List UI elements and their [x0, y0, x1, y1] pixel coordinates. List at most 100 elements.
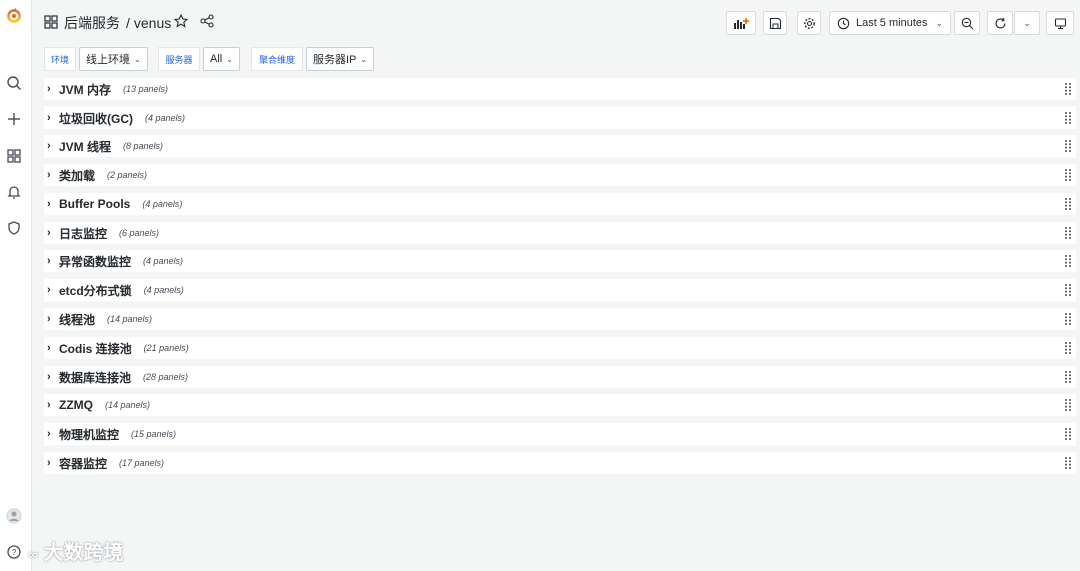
star-icon[interactable] [174, 14, 188, 28]
row-exception-functions[interactable]: › 异常函数监控 (4 panels) [44, 250, 1076, 272]
row-log-monitoring[interactable]: › 日志监控 (6 panels) [44, 222, 1076, 244]
cycle-view-mode-button[interactable] [1046, 11, 1074, 35]
row-codis-pool[interactable]: › Codis 连接池 (21 panels) [44, 337, 1076, 359]
user-avatar-icon[interactable] [4, 506, 24, 526]
row-thread-pool[interactable]: › 线程池 (14 panels) [44, 308, 1076, 330]
chevron-right-icon: › [47, 83, 51, 95]
chevron-down-icon: ⌄ [226, 54, 233, 64]
drag-handle-icon[interactable] [1064, 197, 1072, 211]
drag-handle-icon[interactable] [1064, 341, 1072, 355]
row-panel-count: (4 panels) [143, 256, 184, 266]
row-buffer-pools[interactable]: › Buffer Pools (4 panels) [44, 193, 1076, 215]
row-etcd-lock[interactable]: › etcd分布式锁 (4 panels) [44, 279, 1076, 301]
bell-icon[interactable] [4, 182, 24, 202]
chevron-right-icon: › [47, 140, 51, 152]
row-class-loading[interactable]: › 类加载 (2 panels) [44, 164, 1076, 186]
row-physical-machine[interactable]: › 物理机监控 (15 panels) [44, 423, 1076, 445]
drag-handle-icon[interactable] [1064, 456, 1072, 470]
drag-handle-icon[interactable] [1064, 111, 1072, 125]
drag-handle-icon[interactable] [1064, 398, 1072, 412]
shield-icon[interactable] [4, 218, 24, 238]
row-jvm-memory[interactable]: › JVM 内存 (13 panels) [44, 78, 1076, 100]
refresh-button[interactable] [987, 11, 1013, 35]
dashboards-icon[interactable] [4, 146, 24, 166]
clock-icon [837, 17, 850, 29]
add-panel-icon [734, 18, 749, 29]
variable-value-env: 线上环境 [86, 54, 130, 66]
chevron-down-icon: ⌄ [134, 54, 141, 64]
row-title: etcd分布式锁 [59, 283, 132, 298]
dashboard-settings-button[interactable] [797, 11, 821, 35]
row-title: Buffer Pools [59, 197, 131, 211]
row-panel-count: (17 panels) [119, 458, 165, 468]
row-title: 日志监控 [59, 226, 108, 241]
row-title: 垃圾回收(GC) [59, 111, 133, 126]
dashboard-grid-icon [44, 15, 58, 29]
side-menu: ? [0, 0, 32, 571]
gear-icon [803, 17, 815, 29]
add-panel-button[interactable] [726, 11, 756, 35]
drag-handle-icon[interactable] [1064, 283, 1072, 297]
plus-icon[interactable] [4, 109, 24, 129]
row-panel-count: (2 panels) [107, 170, 148, 180]
share-icon[interactable] [200, 14, 214, 28]
save-dashboard-button[interactable] [763, 11, 787, 35]
row-title: 容器监控 [59, 456, 108, 471]
chevron-right-icon: › [47, 169, 51, 181]
chevron-right-icon: › [47, 198, 51, 210]
variable-select-env[interactable]: 线上环境 ⌄ [79, 47, 148, 71]
drag-handle-icon[interactable] [1064, 254, 1072, 268]
time-picker-button[interactable]: Last 5 minutes ⌄ [829, 11, 951, 35]
monitor-icon [1054, 17, 1066, 29]
watermark-logo-icon: ∞ [28, 546, 38, 562]
drag-handle-icon[interactable] [1064, 370, 1072, 384]
grafana-logo-icon[interactable] [4, 6, 24, 26]
variable-select-server[interactable]: All ⌄ [203, 47, 240, 71]
row-title: 物理机监控 [59, 427, 120, 442]
chevron-right-icon: › [47, 428, 51, 440]
row-gc[interactable]: › 垃圾回收(GC) (4 panels) [44, 107, 1076, 129]
dashboard-title[interactable]: venus [134, 15, 171, 31]
refresh-icon [994, 17, 1006, 28]
chevron-down-icon: ⌄ [360, 54, 368, 64]
row-panel-count: (14 panels) [105, 400, 151, 410]
chevron-right-icon: › [47, 371, 51, 383]
chevron-right-icon: › [47, 457, 51, 469]
row-panel-count: (8 panels) [123, 141, 164, 151]
drag-handle-icon[interactable] [1064, 82, 1072, 96]
variable-value-server: All [210, 53, 223, 65]
row-title: 数据库连接池 [59, 370, 132, 385]
refresh-interval-dropdown[interactable]: ⌄ [1014, 11, 1040, 35]
svg-text:?: ? [12, 548, 17, 557]
row-title: JVM 内存 [59, 82, 112, 97]
row-title: 类加载 [59, 168, 96, 183]
help-icon[interactable]: ? [4, 542, 24, 562]
drag-handle-icon[interactable] [1064, 312, 1072, 326]
variable-select-aggregation[interactable]: 服务器IP ⌄ [306, 47, 375, 71]
chevron-down-icon: ⌄ [1023, 17, 1031, 28]
drag-handle-icon[interactable] [1064, 427, 1072, 441]
watermark: ∞ 大数跨境 [28, 536, 124, 565]
row-jvm-threads[interactable]: › JVM 线程 (8 panels) [44, 135, 1076, 157]
drag-handle-icon[interactable] [1064, 139, 1072, 153]
zoom-out-button[interactable] [954, 11, 980, 35]
variable-label-server: 服务器 [158, 47, 200, 71]
chevron-down-icon: ⌄ [935, 17, 944, 28]
breadcrumb: 后端服务 / venus [64, 13, 171, 33]
row-title: Codis 连接池 [59, 341, 132, 356]
search-icon[interactable] [4, 73, 24, 93]
row-db-pool[interactable]: › 数据库连接池 (28 panels) [44, 366, 1076, 388]
chevron-right-icon: › [47, 227, 51, 239]
row-title: JVM 线程 [59, 139, 112, 154]
row-panel-count: (4 panels) [145, 113, 186, 123]
time-range-label: Last 5 minutes [855, 17, 928, 29]
chevron-right-icon: › [47, 399, 51, 411]
drag-handle-icon[interactable] [1064, 168, 1072, 182]
drag-handle-icon[interactable] [1064, 226, 1072, 240]
row-container[interactable]: › 容器监控 (17 panels) [44, 452, 1076, 474]
row-panel-count: (4 panels) [143, 285, 184, 295]
chevron-right-icon: › [47, 284, 51, 296]
row-zzmq[interactable]: › ZZMQ (14 panels) [44, 394, 1076, 416]
row-panel-count: (21 panels) [143, 343, 189, 353]
breadcrumb-folder[interactable]: 后端服务 [64, 15, 120, 31]
